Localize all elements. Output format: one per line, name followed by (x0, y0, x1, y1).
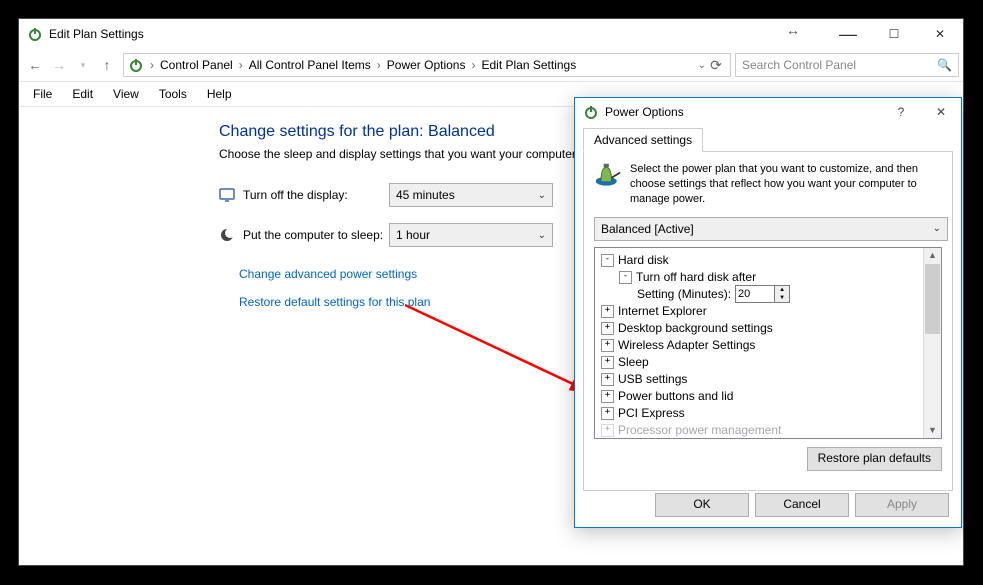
tree-node-wireless-adapter[interactable]: +Wireless Adapter Settings (601, 337, 941, 354)
expand-icon[interactable]: + (601, 339, 614, 352)
collapse-icon[interactable]: - (601, 254, 614, 267)
dialog-close-button[interactable]: ✕ (921, 98, 961, 126)
change-advanced-link[interactable]: Change advanced power settings (239, 267, 417, 281)
tab-panel: Select the power plan that you want to c… (583, 151, 953, 491)
expand-icon[interactable]: + (601, 424, 614, 437)
chevron-down-icon: ⌄ (538, 190, 546, 201)
moon-icon (219, 227, 235, 243)
search-placeholder: Search Control Panel (742, 58, 856, 72)
tree-node-hard-disk[interactable]: -Hard disk (601, 252, 941, 269)
titlebar[interactable]: Edit Plan Settings — ☐ ✕ (19, 19, 963, 49)
recent-dropdown-icon[interactable]: ▾ (71, 53, 95, 77)
collapse-icon[interactable]: - (619, 271, 632, 284)
power-options-dialog: Power Options ? ✕ Advanced settings Sele… (574, 97, 962, 528)
restore-defaults-link[interactable]: Restore default settings for this plan (239, 295, 430, 309)
sleep-select[interactable]: 1 hour ⌄ (389, 223, 553, 247)
tree-node-sleep[interactable]: +Sleep (601, 354, 941, 371)
power-plan-select[interactable]: Balanced [Active] ⌄ (594, 217, 948, 241)
tab-advanced-settings[interactable]: Advanced settings (583, 128, 703, 152)
expand-icon[interactable]: + (601, 407, 614, 420)
menu-edit[interactable]: Edit (62, 84, 103, 104)
restore-plan-defaults-button[interactable]: Restore plan defaults (807, 447, 942, 471)
spinner-down-icon[interactable]: ▼ (775, 294, 789, 302)
setting-minutes-input[interactable] (735, 285, 775, 303)
chevron-right-icon: › (150, 58, 154, 72)
back-button[interactable]: ← (23, 53, 47, 77)
tree-node-processor-power[interactable]: +Processor power management (601, 422, 941, 439)
settings-tree: -Hard disk -Turn off hard disk after Set… (594, 247, 942, 439)
dialog-title: Power Options (605, 105, 684, 119)
scroll-thumb[interactable] (925, 264, 940, 334)
tree-node-turn-off-hd[interactable]: -Turn off hard disk after (619, 269, 941, 286)
ok-button[interactable]: OK (655, 493, 749, 517)
power-icon (128, 57, 144, 73)
expand-icon[interactable]: + (601, 305, 614, 318)
sleep-value: 1 hour (396, 228, 430, 242)
scroll-up-icon[interactable]: ▲ (924, 248, 941, 263)
search-icon: 🔍 (937, 58, 952, 72)
sleep-label: Put the computer to sleep: (243, 228, 383, 242)
chevron-right-icon: › (471, 58, 475, 72)
tree-node-internet-explorer[interactable]: +Internet Explorer (601, 303, 941, 320)
chevron-right-icon: › (239, 58, 243, 72)
breadcrumb-item[interactable]: Control Panel (160, 58, 233, 72)
tree-node-setting-minutes: Setting (Minutes): ▲▼ (637, 286, 941, 303)
expand-icon[interactable]: + (601, 373, 614, 386)
display-off-select[interactable]: 45 minutes ⌄ (389, 183, 553, 207)
maximize-button[interactable]: ☐ (871, 19, 917, 49)
expand-icon[interactable]: + (601, 356, 614, 369)
apply-button[interactable]: Apply (855, 493, 949, 517)
nav-toolbar: ← → ▾ ↑ › Control Panel › All Control Pa… (19, 49, 963, 82)
close-button[interactable]: ✕ (917, 19, 963, 49)
tree-node-power-buttons-lid[interactable]: +Power buttons and lid (601, 388, 941, 405)
chevron-down-icon: ⌄ (933, 223, 941, 234)
scroll-down-icon[interactable]: ▼ (924, 423, 941, 438)
dialog-lead-text: Select the power plan that you want to c… (630, 162, 942, 207)
setting-minutes-spinner[interactable]: ▲▼ (735, 285, 790, 303)
address-bar[interactable]: › Control Panel › All Control Panel Item… (123, 53, 731, 77)
display-off-value: 45 minutes (396, 188, 455, 202)
power-icon (27, 26, 43, 42)
cancel-button[interactable]: Cancel (755, 493, 849, 517)
monitor-icon (219, 187, 235, 203)
up-button[interactable]: ↑ (95, 53, 119, 77)
breadcrumb-item[interactable]: All Control Panel Items (249, 58, 371, 72)
expand-icon[interactable]: + (601, 322, 614, 335)
menu-help[interactable]: Help (197, 84, 242, 104)
battery-plug-icon (594, 162, 622, 190)
power-icon (583, 104, 599, 120)
setting-minutes-label: Setting (Minutes): (637, 287, 731, 301)
breadcrumb-item[interactable]: Edit Plan Settings (481, 58, 576, 72)
tree-node-usb-settings[interactable]: +USB settings (601, 371, 941, 388)
breadcrumb-item[interactable]: Power Options (387, 58, 466, 72)
window-title: Edit Plan Settings (49, 27, 144, 41)
display-off-label: Turn off the display: (243, 188, 348, 202)
menu-view[interactable]: View (103, 84, 149, 104)
search-input[interactable]: Search Control Panel 🔍 (735, 53, 959, 77)
menu-file[interactable]: File (23, 84, 62, 104)
resize-grip-icon[interactable]: ↔ (781, 18, 805, 42)
tab-strip: Advanced settings (575, 128, 961, 152)
chevron-down-icon[interactable]: ⌄ (698, 60, 706, 71)
tree-node-pci-express[interactable]: +PCI Express (601, 405, 941, 422)
expand-icon[interactable]: + (601, 390, 614, 403)
chevron-right-icon: › (377, 58, 381, 72)
tree-scrollbar[interactable]: ▲ ▼ (923, 248, 941, 438)
help-button[interactable]: ? (881, 98, 921, 126)
spinner-up-icon[interactable]: ▲ (775, 286, 789, 294)
forward-button[interactable]: → (47, 53, 71, 77)
power-plan-value: Balanced [Active] (601, 222, 694, 236)
chevron-down-icon: ⌄ (538, 230, 546, 241)
menu-tools[interactable]: Tools (149, 84, 197, 104)
dialog-titlebar[interactable]: Power Options ? ✕ (575, 98, 961, 126)
refresh-button[interactable]: ⟳ (706, 53, 726, 77)
tree-node-desktop-background[interactable]: +Desktop background settings (601, 320, 941, 337)
minimize-button[interactable]: — (825, 19, 871, 49)
